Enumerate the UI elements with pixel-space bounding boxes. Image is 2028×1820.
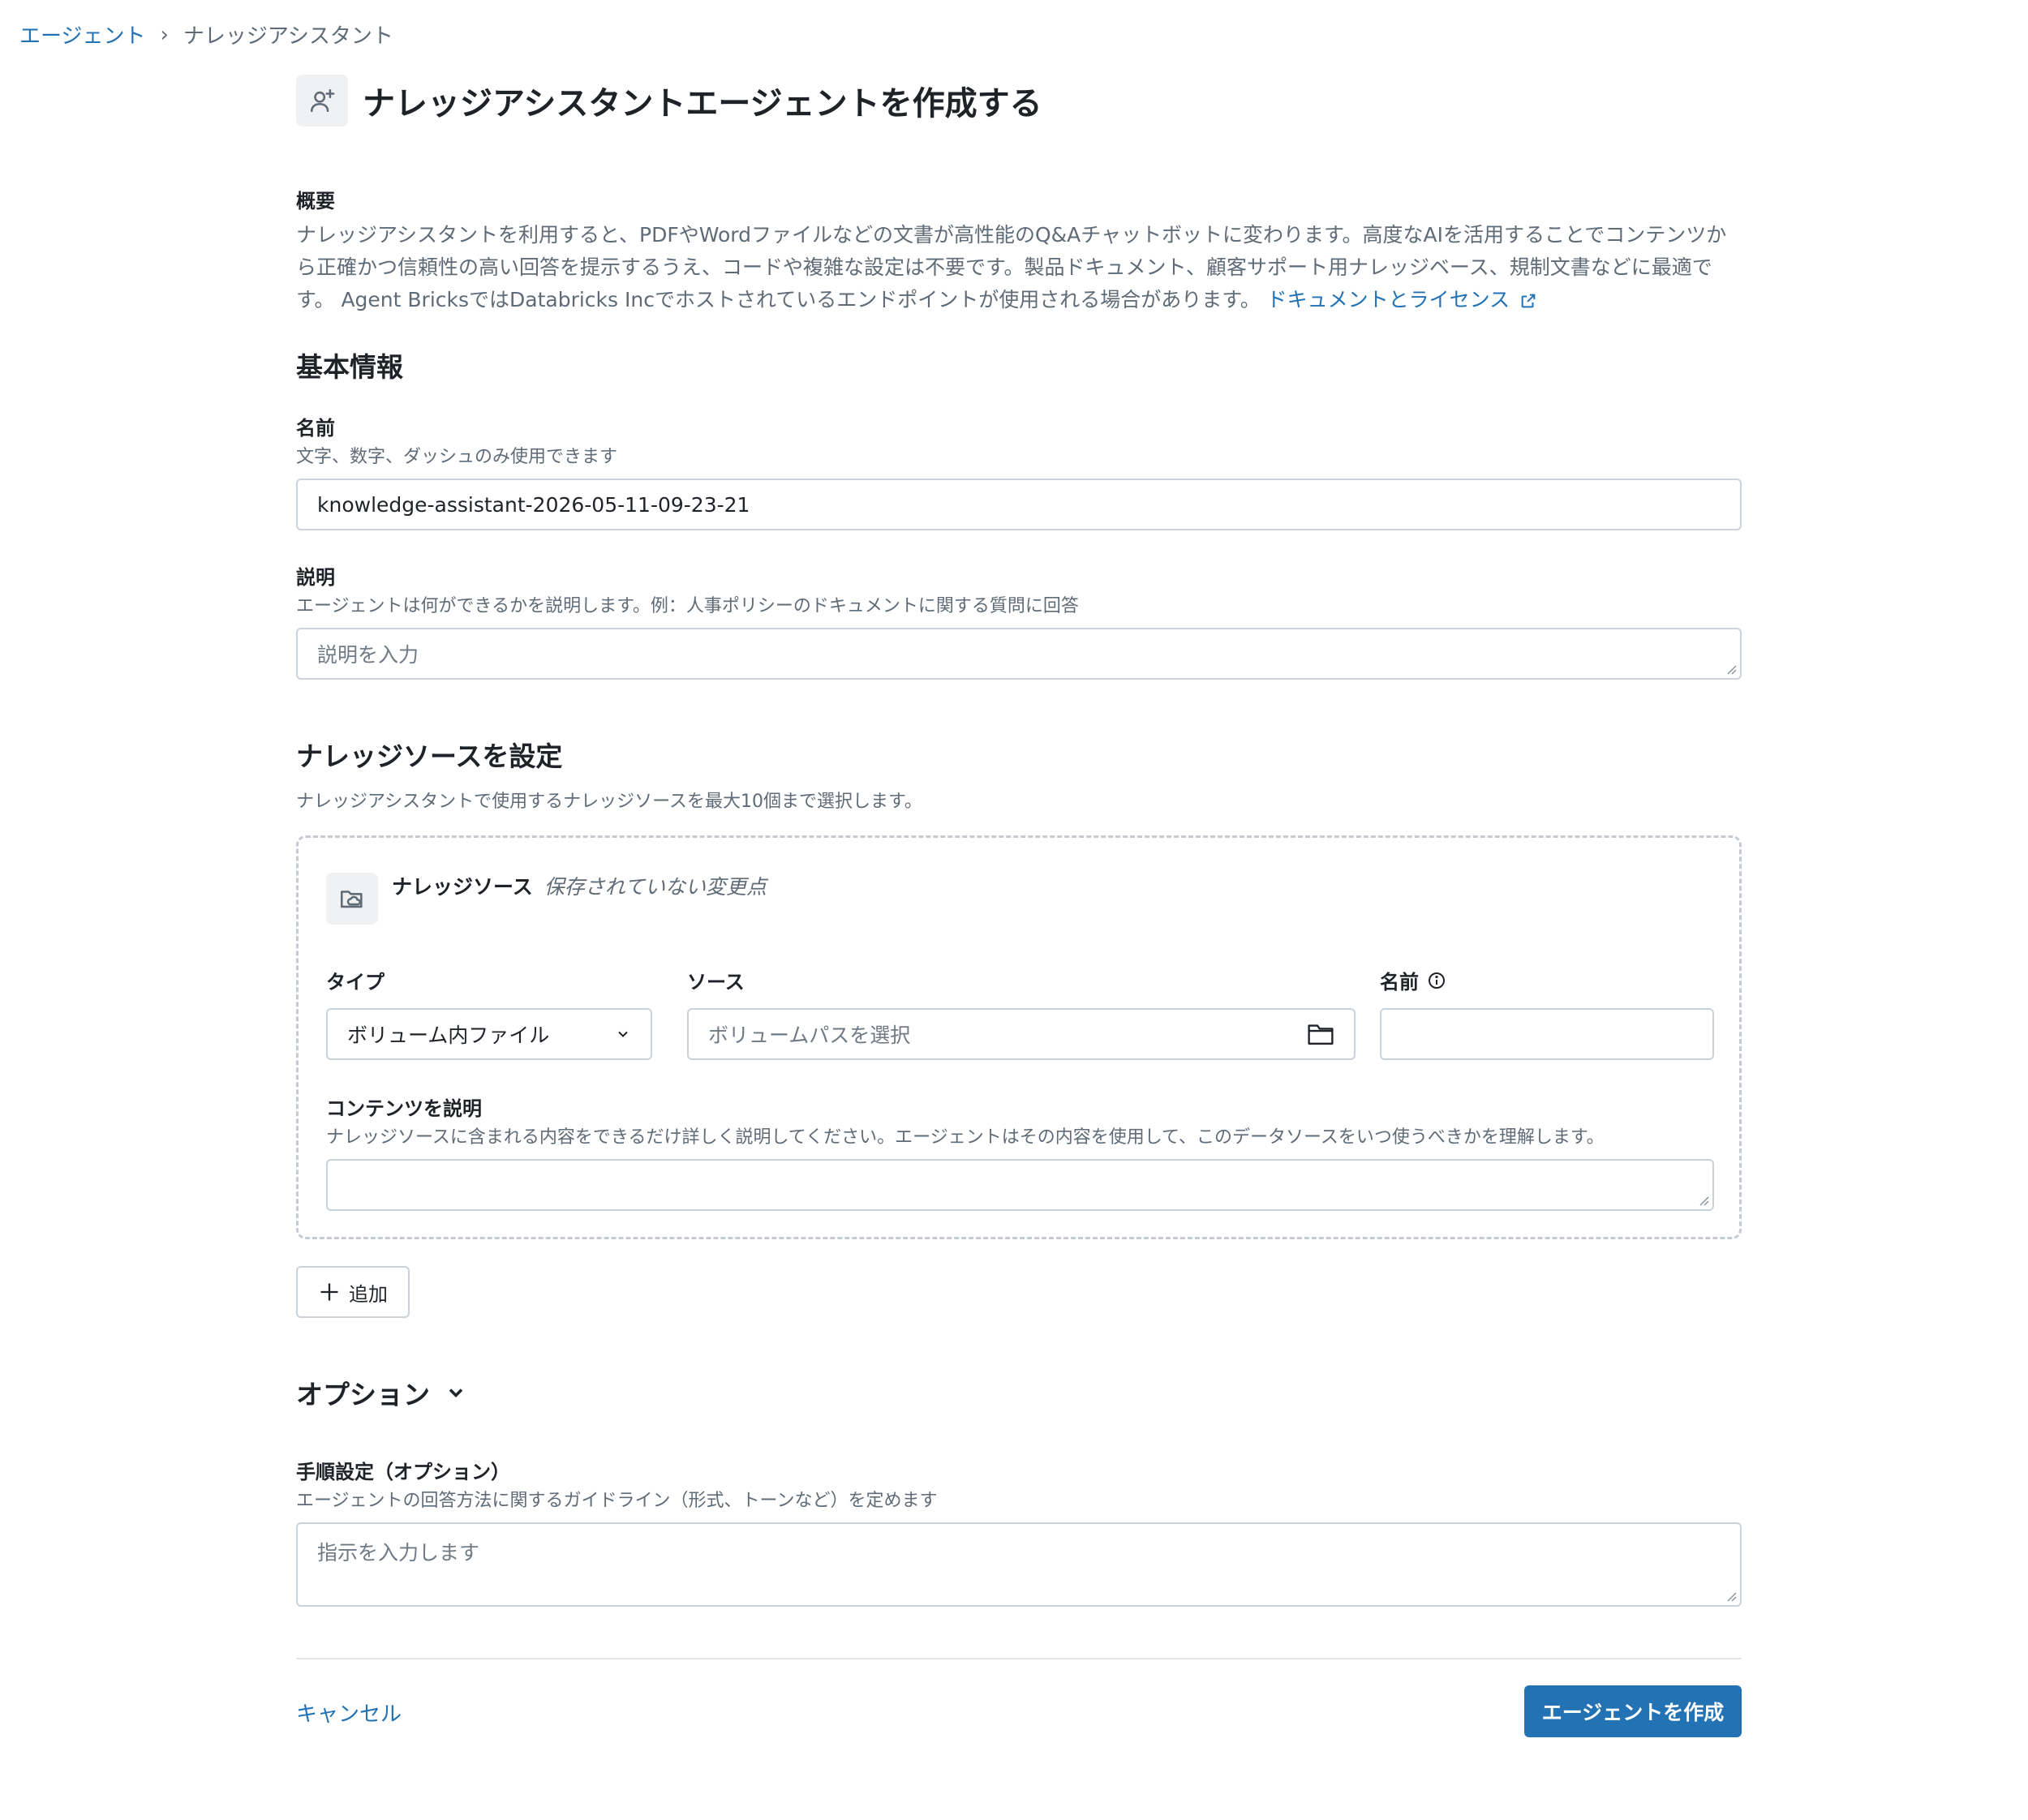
description-textarea[interactable]: 説明を入力 [296,628,1742,680]
page-header: ナレッジアシスタントエージェントを作成する [296,75,1042,127]
folder-cloud-icon [326,873,378,925]
description-hint: エージェントは何ができるかを説明します。例：人事ポリシーのドキュメントに関する質… [296,596,1079,616]
instructions-hint: エージェントの回答方法に関するガイドライン（形式、トーンなど）を定めます [296,1491,938,1511]
footer-divider [296,1658,1742,1659]
source-path-input[interactable]: ボリュームパスを選択 [687,1008,1356,1060]
resize-handle-icon[interactable] [1725,663,1737,675]
type-select[interactable]: ボリューム内ファイル [326,1008,652,1060]
resize-handle-icon[interactable] [1698,1195,1709,1206]
breadcrumb: エージェント › ナレッジアシスタント [19,19,393,49]
instructions-label: 手順設定（オプション） [296,1461,510,1483]
content-description-label: コンテンツを説明 [326,1097,482,1120]
name-label: 名前 [296,417,335,440]
name-input[interactable]: knowledge-assistant-2026-05-11-09-23-21 [296,479,1742,530]
source-name-input[interactable] [1380,1008,1714,1060]
options-heading: オプション [296,1379,430,1410]
source-label: ソース [687,971,745,994]
source-name-label-row: 名前 [1380,966,1446,994]
knowledge-hint: ナレッジアシスタントで使用するナレッジソースを最大10個まで選択します。 [296,792,922,812]
overview-text: ナレッジアシスタントを利用すると、PDFやWordファイルなどの文書が高性能のQ… [296,219,1742,316]
name-input-value: knowledge-assistant-2026-05-11-09-23-21 [317,492,750,517]
type-select-value: ボリューム内ファイル [347,1024,550,1047]
instructions-textarea[interactable]: 指示を入力します [296,1522,1742,1607]
knowledge-card-title: ナレッジソース [392,875,533,899]
docs-license-link[interactable]: ドキュメントとライセンス [1267,288,1537,311]
source-name-label: 名前 [1380,971,1419,994]
breadcrumb-current: ナレッジアシスタント [183,24,393,49]
description-placeholder: 説明を入力 [317,643,419,667]
content-description-hint: ナレッジソースに含まれる内容をできるだけ詳しく説明してください。エージェントはそ… [326,1127,1605,1148]
knowledge-heading: ナレッジソースを設定 [296,740,563,772]
breadcrumb-agents-link[interactable]: エージェント [19,19,145,49]
knowledge-source-card: ナレッジソース 保存されていない変更点 タイプ ボリューム内ファイル ソース ボ… [296,835,1742,1239]
plus-icon [320,1283,338,1301]
breadcrumb-separator: › [160,22,169,47]
cancel-button[interactable]: キャンセル [296,1698,402,1728]
type-label: タイプ [326,971,385,994]
add-knowledge-source-button[interactable]: 追加 [296,1266,410,1318]
knowledge-card-header: ナレッジソース 保存されていない変更点 [392,871,767,900]
create-agent-button[interactable]: エージェントを作成 [1524,1685,1742,1737]
basic-info-heading: 基本情報 [296,351,403,383]
content-description-textarea[interactable] [326,1159,1714,1211]
docs-license-link-text: ドキュメントとライセンス [1266,288,1510,311]
instructions-placeholder: 指示を入力します [317,1541,480,1565]
description-label: 説明 [296,566,335,589]
unsaved-changes-status: 保存されていない変更点 [544,875,767,899]
overview-heading: 概要 [296,190,335,212]
chevron-down-icon [618,1031,628,1037]
name-hint: 文字、数字、ダッシュのみ使用できます [296,447,618,467]
add-button-label: 追加 [349,1282,388,1306]
external-link-icon [1521,294,1536,308]
source-path-placeholder: ボリュームパスを選択 [708,1024,911,1047]
info-icon[interactable] [1427,971,1446,990]
chevron-down-icon [449,1389,463,1397]
folder-icon[interactable] [1307,1022,1334,1046]
options-toggle[interactable]: オプション [296,1373,467,1412]
page-title: ナレッジアシスタントエージェントを作成する [363,85,1042,122]
user-plus-icon [296,75,348,127]
resize-handle-icon[interactable] [1725,1590,1737,1602]
